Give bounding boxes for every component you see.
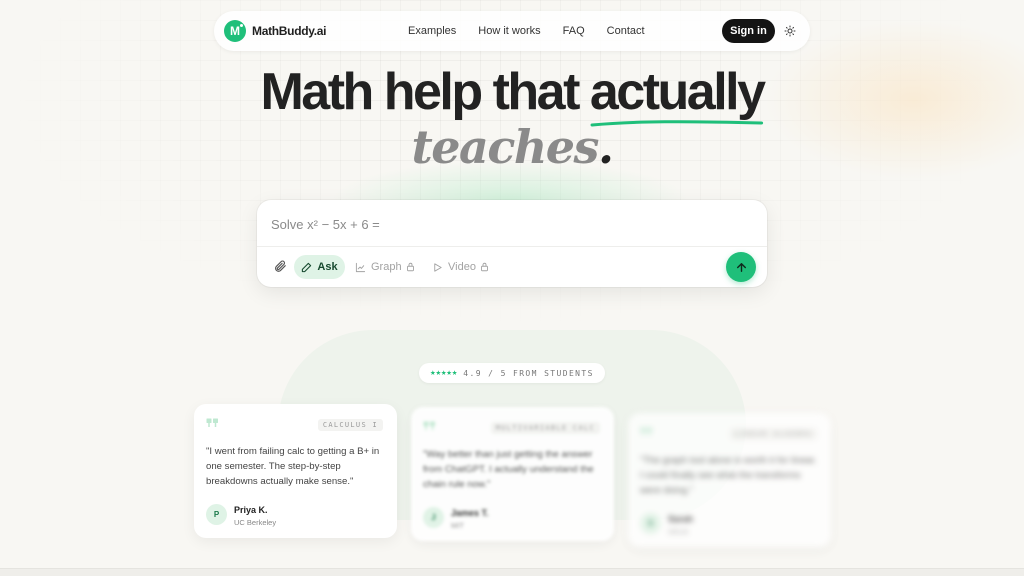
author-school: UC Berkeley [234, 518, 277, 527]
rating-text: 4.9 / 5 FROM STUDENTS [463, 368, 594, 378]
logo-mark-icon: M [224, 20, 246, 42]
sign-in-button[interactable]: Sign in [722, 19, 775, 43]
avatar: J [423, 507, 444, 528]
hero-title-accent: actually [589, 62, 766, 127]
testimonial-quote: "Way better than just getting the answer… [423, 449, 594, 490]
lock-icon [406, 262, 414, 272]
mode-graph-button[interactable]: Graph [355, 255, 420, 279]
top-nav: M MathBuddy.ai Examples How it works FAQ… [214, 11, 810, 51]
mode-ask-label: Ask [317, 261, 338, 273]
testimonial-card: LINEAR ALGEBRA "The graph tool alone is … [628, 413, 831, 547]
mode-video-label: Video [448, 261, 476, 273]
testimonial-quote: "I went from failing calc to getting a B… [206, 446, 380, 487]
star-rating-icon: ★★★★★ [430, 368, 458, 378]
bottom-edge [0, 568, 1024, 576]
hero-title-prefix: Math help that [260, 63, 590, 121]
quote-icon [206, 418, 218, 427]
course-tag: CALCULUS I [317, 419, 383, 431]
author-name: James T. [451, 508, 489, 518]
mode-video-button[interactable]: Video [432, 255, 494, 279]
mode-graph-label: Graph [371, 261, 402, 273]
testimonial-card: CALCULUS I "I went from failing calc to … [194, 404, 397, 538]
quote-icon [423, 421, 435, 430]
hero-subtitle: teaches. [0, 120, 1024, 174]
author-name: Priya K. [234, 505, 268, 515]
pencil-icon [302, 262, 312, 272]
testimonial-card: MULTIVARIABLE CALC "Way better than just… [411, 407, 614, 541]
quote-icon [640, 427, 652, 436]
course-tag: LINEAR ALGEBRA [729, 428, 817, 440]
chart-line-icon [355, 262, 366, 272]
testimonial-quote: "The graph tool alone is worth it for li… [640, 455, 817, 496]
hero-subtitle-word: teaches [411, 120, 600, 174]
nav-links: Examples How it works FAQ Contact [408, 11, 667, 51]
brand-name: MathBuddy.ai [252, 24, 327, 38]
hero-title: Math help that actually [0, 62, 1024, 127]
math-question-input[interactable] [271, 214, 751, 234]
arrow-up-icon [736, 262, 746, 272]
sun-icon[interactable] [782, 23, 798, 39]
play-icon [434, 262, 442, 272]
author-school: UCLA [668, 527, 689, 536]
nav-link-contact[interactable]: Contact [607, 25, 645, 37]
send-button[interactable] [726, 252, 756, 282]
author-name: Sarah [668, 514, 694, 524]
paperclip-icon[interactable] [273, 259, 287, 273]
nav-link-examples[interactable]: Examples [408, 25, 456, 37]
mode-ask-button[interactable]: Ask [294, 255, 345, 279]
avatar: S [640, 513, 661, 534]
logo[interactable]: M MathBuddy.ai [224, 20, 326, 42]
avatar: P [206, 504, 227, 525]
ask-card: Ask Graph Video [257, 200, 767, 287]
nav-link-how-it-works[interactable]: How it works [478, 25, 540, 37]
hero-subtitle-dot: . [597, 120, 614, 174]
course-tag: MULTIVARIABLE CALC [490, 422, 600, 434]
nav-link-faq[interactable]: FAQ [563, 25, 585, 37]
author-school: MIT [451, 521, 464, 530]
hero-title-accent-text: actually [589, 63, 766, 121]
divider [257, 246, 767, 247]
rating-badge: ★★★★★ 4.9 / 5 FROM STUDENTS [419, 363, 605, 383]
lock-icon [480, 262, 488, 272]
